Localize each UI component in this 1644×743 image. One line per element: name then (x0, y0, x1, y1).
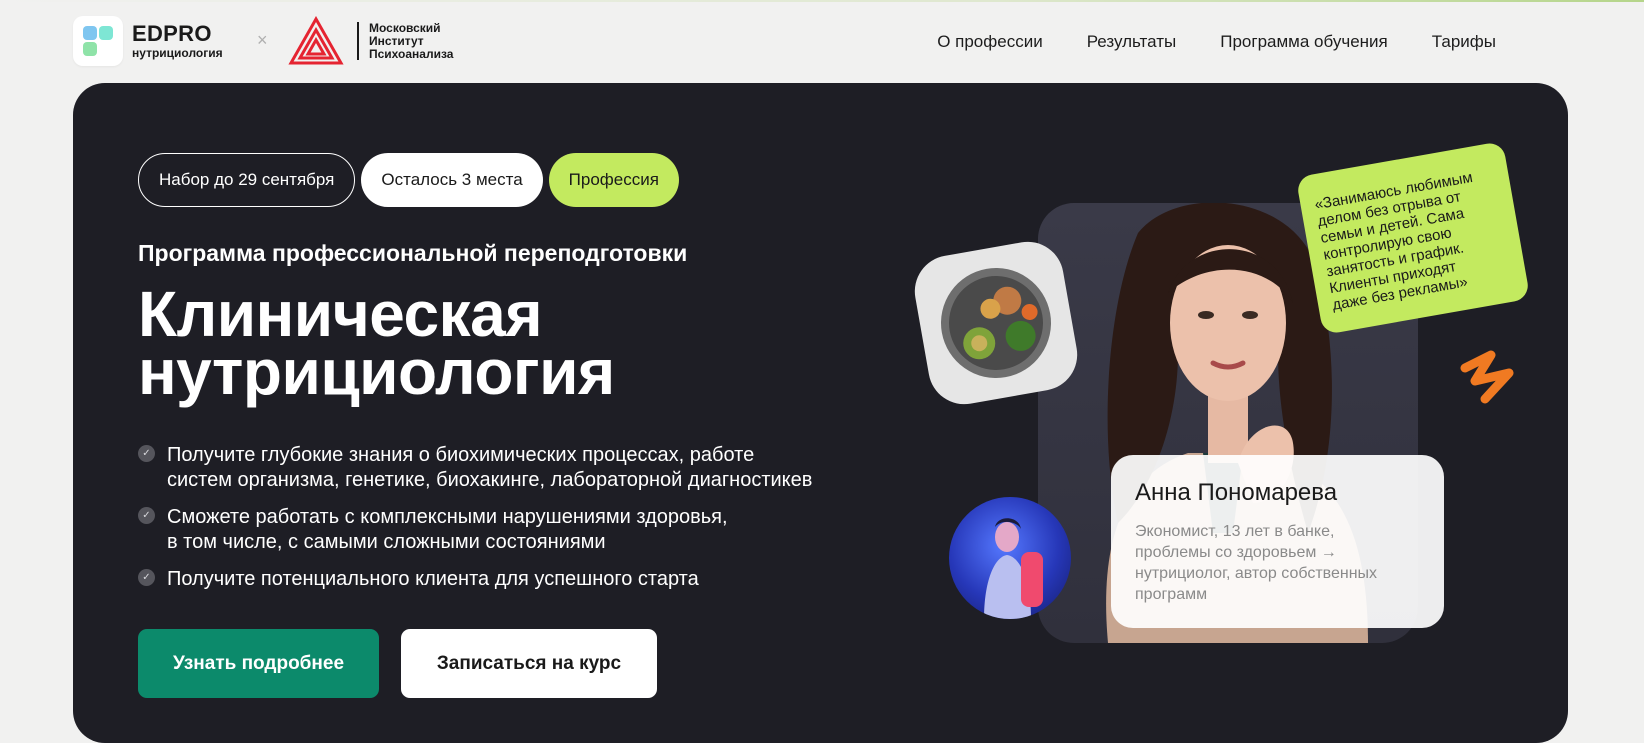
mip-logo[interactable]: Московский Институт Психоанализа (288, 16, 453, 66)
check-icon: ✓ (138, 507, 155, 524)
hero-section: Набор до 29 сентября Осталось 3 места Пр… (73, 83, 1568, 743)
pill-profession: Профессия (548, 153, 679, 207)
list-item: ✓ Получите глубокие знания о биохимическ… (138, 443, 858, 493)
edpro-logo-icon (73, 16, 123, 66)
partner-line-1: Московский (369, 20, 441, 35)
hero-title-line-2: нутрициология (138, 336, 615, 408)
benefit-text: Сможете работать с комплексными нарушени… (167, 506, 728, 553)
main-nav: О профессии Результаты Программа обучени… (893, 32, 1496, 52)
pill-enrollment: Набор до 29 сентября (138, 153, 356, 207)
list-item: ✓ Получите потенциального клиента для ус… (138, 567, 858, 592)
student-avatar (949, 497, 1071, 619)
instructor-card: Анна Пономарева Экономист, 13 лет в банк… (1111, 455, 1444, 628)
instructor-name: Анна Пономарева (1135, 479, 1338, 506)
mip-logo-icon (288, 16, 344, 65)
partner-line-3: Психоанализа (369, 46, 454, 61)
nav-about[interactable]: О профессии (937, 32, 1043, 52)
brand-name: EDPRO (132, 21, 212, 46)
logo-divider (357, 22, 359, 60)
hero-title: Клиническая нутрициология (138, 278, 615, 408)
enroll-button[interactable]: Записаться на курс (401, 629, 657, 698)
edpro-logo[interactable]: EDPRO нутрициология (73, 16, 223, 66)
check-icon: ✓ (138, 569, 155, 586)
learn-more-button[interactable]: Узнать подробнее (138, 629, 379, 698)
list-item: ✓ Сможете работать с комплексными наруше… (138, 505, 858, 555)
partner-line-2: Институт (369, 33, 424, 48)
partner-separator: × (257, 30, 268, 50)
zigzag-decor-icon (1460, 350, 1514, 404)
nav-pricing[interactable]: Тарифы (1432, 32, 1496, 52)
hero-pills: Набор до 29 сентября Осталось 3 места Пр… (138, 153, 685, 207)
hero-subtitle: Программа профессиональной переподготовк… (138, 240, 688, 266)
benefit-text: Получите потенциального клиента для успе… (167, 568, 699, 590)
nav-program[interactable]: Программа обучения (1220, 32, 1388, 52)
check-icon: ✓ (138, 445, 155, 462)
instructor-description: Экономист, 13 лет в банке, проблемы со з… (1135, 523, 1378, 603)
nav-results[interactable]: Результаты (1087, 32, 1177, 52)
benefit-list: ✓ Получите глубокие знания о биохимическ… (138, 443, 858, 604)
pill-seats-left: Осталось 3 места (361, 153, 543, 207)
testimonial-quote: «Занимаюсь любимым делом без отрыва от с… (1295, 140, 1531, 336)
brand-subtitle: нутрициология (132, 46, 223, 60)
site-header: EDPRO нутрициология × Московский Институ… (0, 0, 1644, 82)
benefit-text: Получите глубокие знания о биохимических… (167, 444, 813, 491)
hero-title-line-1: Клиническая (138, 278, 543, 350)
food-plate-image (909, 236, 1083, 410)
